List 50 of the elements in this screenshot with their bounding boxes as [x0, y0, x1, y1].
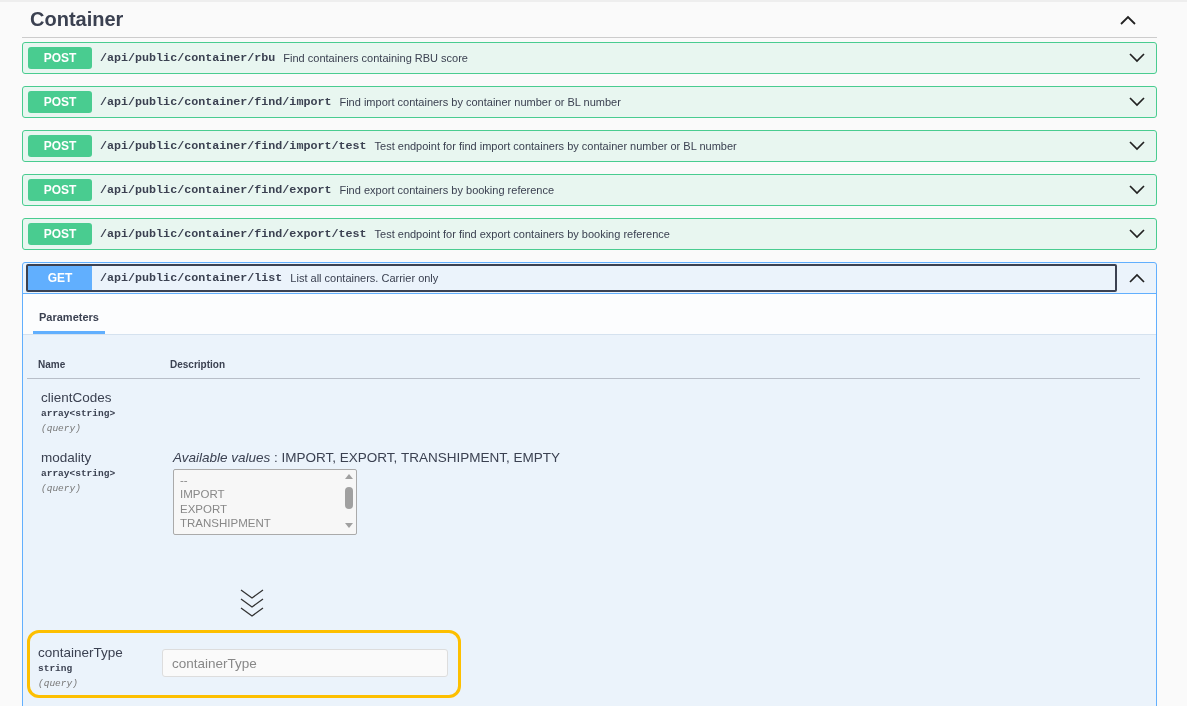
multi-select-list[interactable]: -- IMPORT EXPORT TRANSHIPMENT: [173, 469, 357, 535]
endpoint-path: /api/public/container/find/import/test: [100, 139, 367, 153]
parameter-location: (query): [38, 678, 79, 689]
column-header: Name: [38, 359, 67, 370]
operation-summary[interactable]: GET /api/public/container/list List all containers. Carrier only: [26, 264, 1117, 292]
section-title: Container: [30, 8, 124, 31]
parameter-type: array<string>: [41, 408, 117, 419]
method-badge: POST: [28, 179, 92, 201]
method-badge: POST: [28, 135, 92, 157]
list-option[interactable]: --: [180, 473, 342, 488]
parameter-name: clientCodes: [41, 390, 113, 405]
operation-description: Find export containers by booking reference: [339, 184, 555, 196]
operation-description: Test endpoint for find import containers by container number or BL number: [374, 140, 737, 152]
operation-description: Test endpoint for find export containers by booking reference: [374, 228, 670, 240]
operation-summary[interactable]: POST /api/public/container/find/export/test Test endpoint for find export containers by booking reference: [26, 220, 1117, 248]
expand-icon[interactable]: [1129, 97, 1145, 107]
operation-summary[interactable]: POST /api/public/container/find/export Find export containers by booking reference: [26, 176, 1117, 204]
collapse-icon[interactable]: [1129, 273, 1145, 283]
method-badge: POST: [28, 47, 92, 69]
collapse-icon[interactable]: [1119, 13, 1137, 26]
endpoint-path: /api/public/container/find/import: [100, 95, 332, 109]
operation-description: List all containers. Carrier only: [290, 272, 439, 284]
expand-icon[interactable]: [1129, 141, 1145, 151]
parameter-type: array<string>: [41, 468, 117, 479]
parameter-location: (query): [41, 423, 82, 434]
expand-icon[interactable]: [1129, 53, 1145, 63]
method-badge: GET: [28, 266, 92, 290]
method-badge: POST: [28, 91, 92, 113]
endpoint-path: /api/public/container/rbu: [100, 51, 276, 65]
parameter-input[interactable]: containerType: [162, 649, 448, 677]
parameter-name: containerType: [38, 645, 124, 660]
operation-summary[interactable]: POST /api/public/container/find/import Find import containers by container number or BL number: [26, 88, 1117, 116]
endpoint-path: /api/public/container/list: [100, 271, 283, 285]
expand-icon[interactable]: [1129, 185, 1145, 195]
endpoint-path: /api/public/container/find/export: [100, 183, 332, 197]
available-values: : IMPORT, EXPORT, TRANSHIPMENT, EMPTY: [274, 450, 560, 465]
endpoint-path: /api/public/container/find/export/test: [100, 227, 367, 241]
operation-description: Find containers containing RBU score: [283, 52, 468, 64]
available-values-label: Available values: [173, 450, 271, 465]
method-badge: POST: [28, 223, 92, 245]
operation-description: Find import containers by container number or BL number: [339, 96, 621, 108]
expand-icon[interactable]: [1129, 229, 1145, 239]
operation-summary[interactable]: POST /api/public/container/rbu Find containers containing RBU score: [26, 44, 1117, 72]
operation-summary[interactable]: POST /api/public/container/find/import/test Test endpoint for find import containers by container number or BL number: [26, 132, 1117, 160]
scroll-down-icon: [239, 588, 265, 618]
column-header: Description: [170, 359, 225, 370]
parameters-tab[interactable]: Parameters: [33, 311, 105, 334]
parameter-location: (query): [41, 483, 82, 494]
parameter-type: string: [38, 663, 74, 674]
parameter-name: modality: [41, 450, 93, 465]
